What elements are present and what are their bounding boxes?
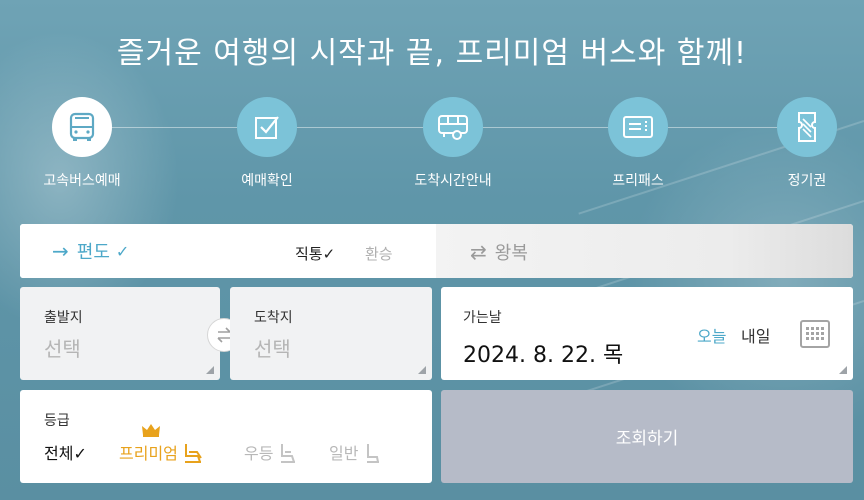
menu-item-booking-check[interactable]: 예매확인 bbox=[207, 97, 327, 190]
menu-label: 예매확인 bbox=[241, 173, 293, 189]
menu-label: 도착시간안내 bbox=[414, 173, 492, 189]
grade-all-label: 전체✓ bbox=[44, 444, 87, 463]
corner-triangle-icon bbox=[839, 366, 847, 374]
departure-date-field[interactable]: 가는날 2024. 8. 22. 목 오늘 내일 bbox=[441, 287, 853, 380]
arrival-value: 선택 bbox=[254, 337, 291, 361]
transfer-option[interactable]: 환승 bbox=[365, 243, 393, 264]
roundtrip-tab[interactable]: ⇄ 왕복 bbox=[436, 224, 853, 278]
menu-item-season-ticket[interactable]: 정기권 bbox=[747, 97, 864, 190]
crown-icon bbox=[141, 422, 161, 442]
menu-item-arrival-time[interactable]: 도착시간안내 bbox=[393, 97, 513, 190]
direct-option[interactable]: 직통✓ bbox=[295, 243, 335, 264]
grade-option-premium[interactable]: 프리미엄 bbox=[119, 440, 204, 464]
menu-item-free-pass[interactable]: 프리패스 bbox=[578, 97, 698, 190]
corner-triangle-icon bbox=[418, 366, 426, 374]
oneway-panel: → 편도 ✓ 직통✓ 환승 bbox=[20, 224, 436, 278]
bus-clock-icon bbox=[423, 97, 483, 157]
grade-option-normal[interactable]: 일반 bbox=[329, 440, 384, 464]
corner-triangle-icon bbox=[206, 366, 214, 374]
menu-label: 고속버스예매 bbox=[43, 173, 121, 189]
tomorrow-button[interactable]: 내일 bbox=[741, 323, 770, 347]
grade-option-all[interactable]: 전체✓ bbox=[44, 440, 87, 464]
date-value: 2024. 8. 22. 목 bbox=[463, 343, 624, 368]
trip-type-bar: → 편도 ✓ 직통✓ 환승 ⇄ 왕복 bbox=[20, 224, 853, 278]
grade-deluxe-label: 우등 bbox=[244, 444, 274, 463]
roundtrip-label-group: ⇄ 왕복 bbox=[470, 239, 528, 265]
calendar-icon[interactable] bbox=[800, 320, 830, 348]
oneway-tab[interactable]: → 편도 ✓ bbox=[52, 238, 129, 264]
pass-card-icon bbox=[608, 97, 668, 157]
departure-value: 선택 bbox=[44, 337, 81, 361]
menu-label: 프리패스 bbox=[612, 173, 664, 189]
search-button[interactable]: 조회하기 bbox=[441, 390, 853, 483]
grade-premium-label: 프리미엄 bbox=[119, 444, 178, 463]
checkbox-icon bbox=[237, 97, 297, 157]
seat-icon bbox=[281, 444, 296, 463]
grade-label: 등급 bbox=[44, 413, 70, 429]
today-button[interactable]: 오늘 bbox=[697, 323, 726, 347]
arrow-right-icon: → bbox=[52, 239, 69, 263]
swap-arrows-icon: ⇄ bbox=[470, 240, 487, 264]
seat-icon bbox=[367, 444, 380, 463]
menu-label: 정기권 bbox=[787, 173, 827, 189]
arrival-label: 도착지 bbox=[254, 310, 293, 326]
ticket-icon bbox=[777, 97, 837, 157]
date-label: 가는날 bbox=[463, 310, 502, 326]
departure-label: 출발지 bbox=[44, 310, 83, 326]
bus-icon bbox=[52, 97, 112, 157]
grade-option-deluxe[interactable]: 우등 bbox=[244, 440, 299, 464]
roundtrip-label: 왕복 bbox=[494, 243, 528, 264]
menu-item-express-booking[interactable]: 고속버스예매 bbox=[22, 97, 142, 190]
grade-normal-label: 일반 bbox=[329, 444, 359, 463]
seat-icon bbox=[184, 444, 202, 463]
main-menu: 고속버스예매 예매확인 도착시간안내 프리패스 정기권 bbox=[0, 97, 864, 197]
departure-field[interactable]: 출발지 선택 bbox=[20, 287, 220, 380]
oneway-label: 편도 bbox=[76, 242, 110, 263]
arrival-field[interactable]: 도착지 선택 bbox=[230, 287, 432, 380]
check-icon: ✓ bbox=[115, 241, 130, 261]
page-headline: 즐거운 여행의 시작과 끝, 프리미엄 버스와 함께! bbox=[116, 36, 748, 71]
grade-field: 등급 전체✓ 프리미엄 우등 일반 bbox=[20, 390, 432, 483]
